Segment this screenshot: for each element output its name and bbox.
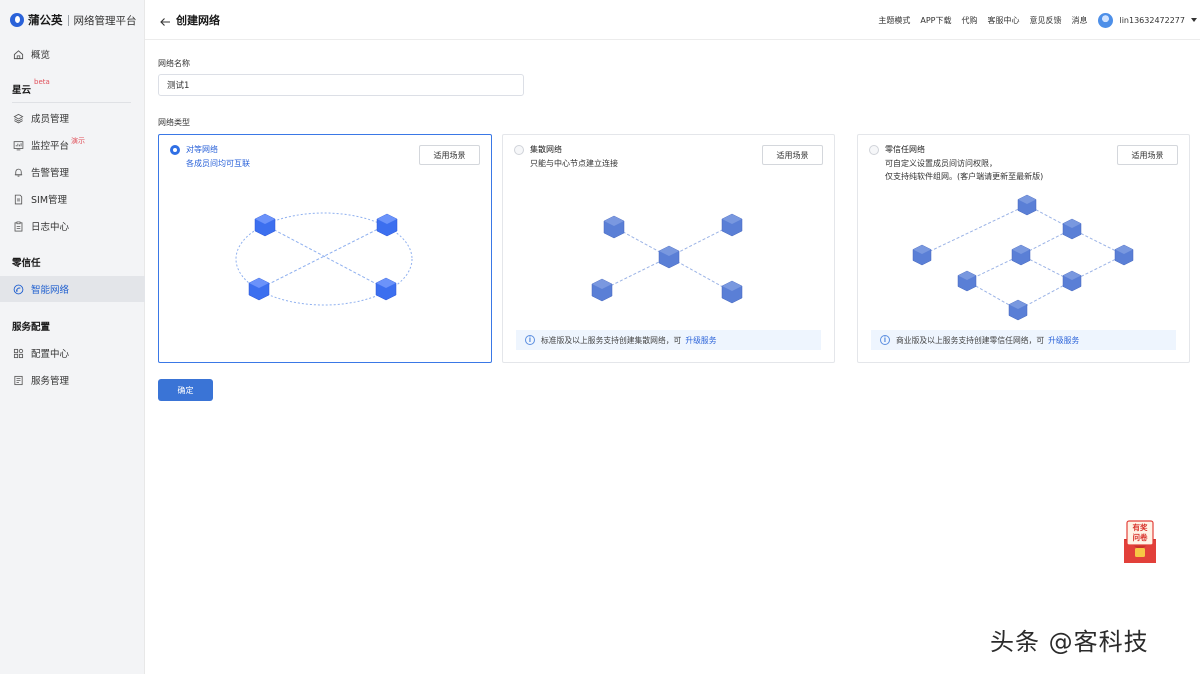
notice-text: 商业版及以上服务支持创建零信任网络，可 — [896, 335, 1045, 345]
info-icon: i — [880, 335, 890, 345]
purchase-agent-link[interactable]: 代购 — [961, 15, 977, 26]
network-type-option-zero-trust[interactable]: 零信任网络 可自定义设置成员间访问权限， 仅支持纯软件组网。(客户端请更新至最新… — [857, 134, 1190, 363]
option-desc: 可自定义设置成员间访问权限， 仅支持纯软件组网。(客户端请更新至最新版) — [885, 157, 1043, 183]
document-list-icon — [12, 374, 24, 386]
radio-peer[interactable] — [170, 145, 180, 155]
home-icon — [12, 48, 24, 60]
option-title: 对等网络 — [186, 145, 218, 154]
info-icon: i — [525, 335, 535, 345]
top-header: 创建网络 主题模式 APP下载 代购 客服中心 意见反馈 消息 lin13632… — [145, 0, 1200, 40]
smart-network-icon — [12, 283, 24, 295]
sidebar-item-label: SIM管理 — [31, 195, 68, 206]
network-type-option-peer[interactable]: 对等网络 各成员间均可互联 适用场景 — [158, 134, 492, 363]
notice-text: 标准版及以上服务支持创建集散网络，可 — [541, 335, 682, 345]
brand[interactable]: 蒲公英 网络管理平台 — [10, 11, 137, 29]
scenarios-button[interactable]: 适用场景 — [419, 145, 480, 165]
sidebar-item-logs[interactable]: 日志中心 — [0, 213, 145, 239]
brand-divider — [67, 14, 69, 26]
feedback-link[interactable]: 意见反馈 — [1029, 15, 1061, 26]
option-title: 零信任网络 — [885, 145, 925, 154]
radio-hub[interactable] — [514, 145, 524, 155]
app-download-link[interactable]: APP下载 — [920, 15, 951, 26]
upgrade-notice: i 标准版及以上服务支持创建集散网络，可 升级服务 — [516, 330, 821, 350]
demo-badge: 演示 — [71, 137, 86, 145]
support-center-link[interactable]: 客服中心 — [987, 15, 1019, 26]
username[interactable]: lin13632472277 — [1119, 16, 1185, 25]
sidebar-item-smart-network[interactable]: 智能网络 — [0, 276, 145, 302]
clipboard-icon — [12, 220, 24, 232]
sidebar-item-overview[interactable]: 概览 — [0, 41, 145, 67]
sidebar-item-members[interactable]: 成员管理 — [0, 105, 145, 131]
sidebar-item-label: 告警管理 — [31, 168, 70, 179]
dandelion-logo-icon — [10, 13, 24, 27]
sidebar-item-label: 监控平台 — [31, 141, 70, 152]
option-desc: 只能与中心节点建立连接 — [530, 157, 618, 170]
brand-product: 网络管理平台 — [73, 14, 137, 27]
option-title: 集散网络 — [530, 145, 562, 154]
nav-group-nebula: 星云beta — [12, 78, 50, 96]
app-root: 蒲公英 网络管理平台 概览 星云beta 成员管理 监控平台 演示 告警管理 S… — [0, 0, 1200, 674]
monitor-chart-icon — [12, 139, 24, 151]
radio-zero-trust[interactable] — [869, 145, 879, 155]
beta-badge: beta — [34, 77, 50, 86]
upgrade-service-link[interactable]: 升级服务 — [1048, 335, 1079, 346]
sidebar-item-label: 配置中心 — [31, 349, 70, 360]
sidebar-item-alerts[interactable]: 告警管理 — [0, 159, 145, 185]
nav-group-zero-trust: 零信任 — [12, 255, 41, 269]
layers-icon — [12, 112, 24, 124]
network-name-label: 网络名称 — [158, 59, 190, 68]
chevron-down-icon[interactable] — [1191, 18, 1197, 22]
sidebar-item-label: 概览 — [31, 50, 51, 61]
brand-name: 蒲公英 — [28, 13, 63, 27]
nav-group-title: 零信任 — [12, 258, 41, 269]
sidebar-item-monitor[interactable]: 监控平台 演示 — [0, 132, 145, 158]
survey-line-1: 有奖 — [1132, 523, 1148, 532]
network-type-option-hub[interactable]: 集散网络 只能与中心节点建立连接 适用场景 i 标准版及以上服务支持创建集散网络… — [502, 134, 835, 363]
sidebar: 蒲公英 网络管理平台 概览 星云beta 成员管理 监控平台 演示 告警管理 S… — [0, 0, 145, 674]
network-type-label: 网络类型 — [158, 118, 190, 127]
confirm-button[interactable]: 确定 — [158, 379, 213, 401]
scenarios-button[interactable]: 适用场景 — [762, 145, 823, 165]
page-title: 创建网络 — [176, 14, 220, 27]
survey-badge[interactable]: 有奖 问卷 — [1119, 519, 1161, 565]
option-desc-line: 只能与中心节点建立连接 — [530, 159, 618, 168]
network-name-input[interactable] — [158, 74, 524, 96]
messages-link[interactable]: 消息 — [1071, 15, 1087, 26]
avatar[interactable] — [1098, 12, 1114, 28]
sidebar-item-sim[interactable]: SIM管理 — [0, 186, 145, 212]
sidebar-item-config-center[interactable]: 配置中心 — [0, 340, 145, 366]
sidebar-item-service-mgmt[interactable]: 服务管理 — [0, 367, 145, 393]
back-arrow-icon[interactable] — [159, 13, 171, 26]
sidebar-item-label: 服务管理 — [31, 376, 70, 387]
option-desc-line: 各成员间均可互联 — [186, 159, 250, 168]
nav-group-service-config: 服务配置 — [12, 319, 50, 333]
sidebar-item-label: 智能网络 — [31, 285, 70, 296]
bell-icon — [12, 166, 24, 178]
sidebar-item-label: 成员管理 — [31, 114, 70, 125]
nav-group-title: 服务配置 — [12, 322, 51, 333]
watermark: 头条 @客科技 — [990, 628, 1149, 656]
upgrade-notice: i 商业版及以上服务支持创建零信任网络，可 升级服务 — [871, 330, 1176, 350]
nav-divider — [12, 102, 131, 103]
option-desc-line: 可自定义设置成员间访问权限， — [885, 159, 997, 168]
sidebar-item-label: 日志中心 — [31, 222, 70, 233]
survey-line-2: 问卷 — [1132, 533, 1148, 542]
theme-mode-link[interactable]: 主题模式 — [878, 15, 910, 26]
nav-group-title: 星云 — [12, 85, 32, 96]
sim-card-icon — [12, 193, 24, 205]
top-links: 主题模式 APP下载 代购 客服中心 意见反馈 消息 lin1363247227… — [868, 0, 1200, 40]
option-desc-line: 仅支持纯软件组网。(客户端请更新至最新版) — [885, 172, 1044, 181]
option-desc: 各成员间均可互联 — [186, 157, 250, 170]
upgrade-service-link[interactable]: 升级服务 — [685, 335, 716, 346]
scenarios-button[interactable]: 适用场景 — [1117, 145, 1178, 165]
grid-icon — [12, 347, 24, 359]
